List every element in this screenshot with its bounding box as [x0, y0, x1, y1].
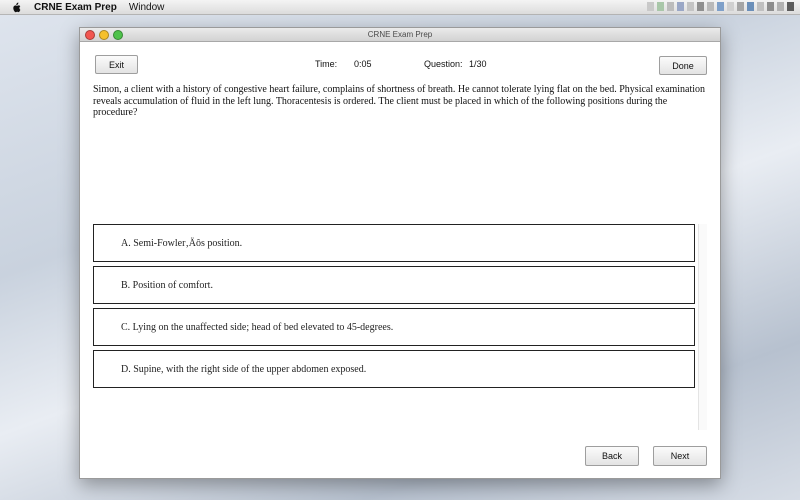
done-button[interactable]: Done — [659, 56, 707, 75]
answer-option-b[interactable]: B. Position of comfort. — [93, 266, 695, 304]
question-counter-value: 1/30 — [469, 59, 487, 69]
app-window: CRNE Exam Prep Exit Time: 0:05 Question:… — [79, 27, 721, 479]
question-counter-label: Question: — [424, 59, 463, 69]
question-text: Simon, a client with a history of conges… — [93, 84, 706, 118]
answer-option-label: D. Supine, with the right side of the up… — [121, 363, 367, 375]
zoom-window-icon[interactable] — [113, 30, 123, 40]
options-scrollbar[interactable] — [698, 224, 707, 430]
menu-extras — [647, 2, 794, 11]
minimize-window-icon[interactable] — [99, 30, 109, 40]
apple-icon[interactable] — [10, 1, 22, 13]
answer-option-d[interactable]: D. Supine, with the right side of the up… — [93, 350, 695, 388]
time-value: 0:05 — [354, 59, 372, 69]
answer-option-label: A. Semi-Fowler‚Äôs position. — [121, 237, 243, 249]
answer-option-label: C. Lying on the unaffected side; head of… — [121, 321, 394, 333]
answer-option-a[interactable]: A. Semi-Fowler‚Äôs position. — [93, 224, 695, 262]
window-titlebar[interactable]: CRNE Exam Prep — [80, 28, 720, 42]
time-label: Time: — [315, 59, 338, 69]
back-button[interactable]: Back — [585, 446, 639, 466]
exit-button[interactable]: Exit — [95, 55, 138, 74]
close-window-icon[interactable] — [85, 30, 95, 40]
menu-app-name[interactable]: CRNE Exam Prep — [34, 2, 117, 13]
answer-options: A. Semi-Fowler‚Äôs position. B. Position… — [93, 224, 697, 392]
menu-item-window[interactable]: Window — [129, 2, 165, 13]
answer-option-c[interactable]: C. Lying on the unaffected side; head of… — [93, 308, 695, 346]
menu-bar: CRNE Exam Prep Window — [0, 0, 800, 15]
window-title: CRNE Exam Prep — [367, 30, 433, 39]
answer-option-label: B. Position of comfort. — [121, 279, 213, 291]
next-button[interactable]: Next — [653, 446, 707, 466]
